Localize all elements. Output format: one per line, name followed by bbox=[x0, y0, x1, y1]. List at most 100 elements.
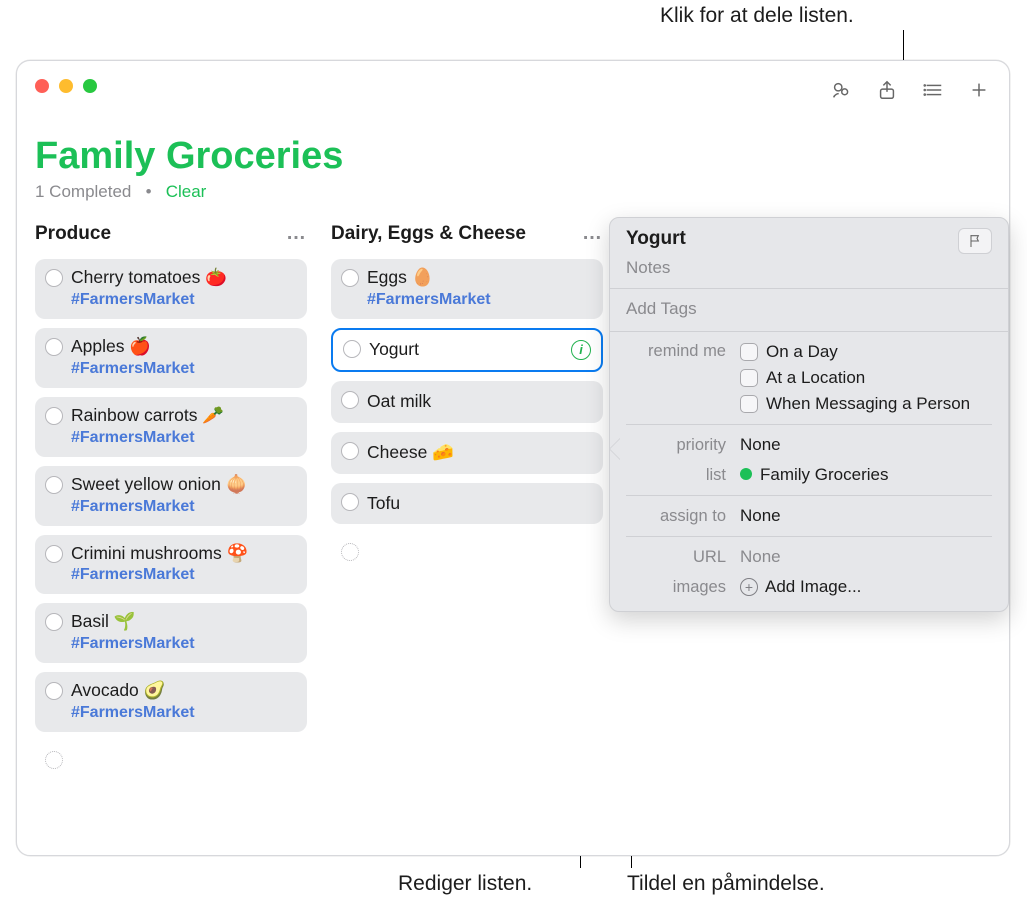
flag-button[interactable] bbox=[958, 228, 992, 254]
complete-toggle[interactable] bbox=[45, 613, 63, 631]
item-title: Cheese 🧀 bbox=[367, 442, 591, 464]
plus-circle-icon: + bbox=[740, 578, 758, 596]
item-title: Yogurt bbox=[369, 339, 589, 361]
item-title: Eggs 🥚 bbox=[367, 267, 591, 289]
item-title: Sweet yellow onion 🧅 bbox=[71, 474, 295, 496]
remind-option: On a Day bbox=[766, 342, 838, 362]
complete-toggle[interactable] bbox=[341, 442, 359, 460]
callout-edit-list: Rediger listen. bbox=[398, 872, 532, 896]
complete-toggle[interactable] bbox=[343, 340, 361, 358]
item-tag[interactable]: #FarmersMarket bbox=[71, 704, 295, 722]
complete-toggle[interactable] bbox=[341, 269, 359, 287]
list-item[interactable]: Rainbow carrots 🥕 #FarmersMarket bbox=[35, 397, 307, 457]
list-item[interactable]: Oat milk bbox=[331, 381, 603, 423]
priority-label: priority bbox=[626, 436, 726, 455]
separator bbox=[610, 331, 1008, 332]
separator bbox=[626, 424, 992, 425]
list-title: Family Groceries bbox=[35, 135, 991, 178]
complete-toggle[interactable] bbox=[341, 493, 359, 511]
section-header: Dairy, Eggs & Cheese bbox=[331, 223, 526, 245]
add-image-button[interactable]: + Add Image... bbox=[740, 577, 861, 597]
assign-to-value[interactable]: None bbox=[740, 506, 781, 526]
list-item[interactable]: Cheese 🧀 bbox=[331, 432, 603, 474]
traffic-lights bbox=[35, 79, 97, 93]
list-item[interactable]: Crimini mushrooms 🍄 #FarmersMarket bbox=[35, 535, 307, 595]
section-header: Produce bbox=[35, 223, 111, 245]
list-subtitle: 1 Completed • Clear bbox=[35, 182, 991, 202]
item-title: Tofu bbox=[367, 493, 591, 515]
item-title: Crimini mushrooms 🍄 bbox=[71, 543, 295, 565]
url-value[interactable]: None bbox=[740, 547, 781, 567]
section-more-button[interactable]: … bbox=[286, 222, 307, 245]
item-title: Basil 🌱 bbox=[71, 611, 295, 633]
subtitle-separator: • bbox=[136, 182, 161, 201]
complete-toggle[interactable] bbox=[45, 476, 63, 494]
item-tag[interactable]: #FarmersMarket bbox=[71, 360, 295, 378]
share-icon[interactable] bbox=[873, 76, 901, 104]
list-item[interactable]: Basil 🌱 #FarmersMarket bbox=[35, 603, 307, 663]
info-icon[interactable]: i bbox=[571, 340, 591, 360]
complete-toggle bbox=[45, 751, 63, 769]
url-label: URL bbox=[626, 548, 726, 567]
popover-title[interactable]: Yogurt bbox=[626, 228, 948, 250]
list-item[interactable]: Cherry tomatoes 🍅 #FarmersMarket bbox=[35, 259, 307, 319]
add-tags-field[interactable]: Add Tags bbox=[626, 299, 992, 321]
complete-toggle bbox=[341, 543, 359, 561]
list-color-dot bbox=[740, 468, 752, 480]
section-dairy: Dairy, Eggs & Cheese … Eggs 🥚 #FarmersMa… bbox=[331, 222, 603, 770]
view-options-icon[interactable] bbox=[919, 76, 947, 104]
complete-toggle[interactable] bbox=[45, 269, 63, 287]
item-tag[interactable]: #FarmersMarket bbox=[71, 429, 295, 447]
separator bbox=[626, 495, 992, 496]
completed-count: 1 Completed bbox=[35, 182, 131, 201]
list-label: list bbox=[626, 466, 726, 485]
section-more-button[interactable]: … bbox=[582, 222, 603, 245]
item-tag[interactable]: #FarmersMarket bbox=[71, 635, 295, 653]
list-item[interactable]: Eggs 🥚 #FarmersMarket bbox=[331, 259, 603, 319]
remind-at-location-checkbox[interactable] bbox=[740, 369, 758, 387]
item-tag[interactable]: #FarmersMarket bbox=[367, 291, 591, 309]
item-title: Rainbow carrots 🥕 bbox=[71, 405, 295, 427]
close-window-button[interactable] bbox=[35, 79, 49, 93]
collaborate-icon[interactable] bbox=[827, 76, 855, 104]
reminder-details-popover: Yogurt Notes Add Tags remind me On a Day… bbox=[609, 217, 1009, 612]
zoom-window-button[interactable] bbox=[83, 79, 97, 93]
item-title: Cherry tomatoes 🍅 bbox=[71, 267, 295, 289]
assign-to-label: assign to bbox=[626, 507, 726, 526]
callout-share: Klik for at dele listen. bbox=[660, 4, 854, 28]
remind-on-day-checkbox[interactable] bbox=[740, 343, 758, 361]
item-title: Avocado 🥑 bbox=[71, 680, 295, 702]
new-item-placeholder[interactable] bbox=[331, 533, 603, 553]
app-window: Family Groceries 1 Completed • Clear Pro… bbox=[16, 60, 1010, 856]
add-reminder-icon[interactable] bbox=[965, 76, 993, 104]
clear-completed-button[interactable]: Clear bbox=[166, 182, 207, 201]
notes-field[interactable]: Notes bbox=[626, 258, 992, 278]
remind-option: At a Location bbox=[766, 368, 865, 388]
list-item[interactable]: Sweet yellow onion 🧅 #FarmersMarket bbox=[35, 466, 307, 526]
list-item[interactable]: Apples 🍎 #FarmersMarket bbox=[35, 328, 307, 388]
minimize-window-button[interactable] bbox=[59, 79, 73, 93]
remind-when-messaging-checkbox[interactable] bbox=[740, 395, 758, 413]
complete-toggle[interactable] bbox=[45, 545, 63, 563]
section-produce: Produce … Cherry tomatoes 🍅 #FarmersMark… bbox=[35, 222, 307, 770]
complete-toggle[interactable] bbox=[45, 682, 63, 700]
item-tag[interactable]: #FarmersMarket bbox=[71, 566, 295, 584]
list-item[interactable]: Avocado 🥑 #FarmersMarket bbox=[35, 672, 307, 732]
remind-me-label: remind me bbox=[626, 342, 726, 361]
list-item-selected[interactable]: Yogurt i bbox=[331, 328, 603, 372]
complete-toggle[interactable] bbox=[45, 338, 63, 356]
item-tag[interactable]: #FarmersMarket bbox=[71, 291, 295, 309]
images-label: images bbox=[626, 578, 726, 597]
callout-assign: Tildel en påmindelse. bbox=[627, 872, 825, 896]
remind-option: When Messaging a Person bbox=[766, 394, 970, 414]
list-item[interactable]: Tofu bbox=[331, 483, 603, 525]
complete-toggle[interactable] bbox=[341, 391, 359, 409]
separator bbox=[610, 288, 1008, 289]
complete-toggle[interactable] bbox=[45, 407, 63, 425]
item-title: Oat milk bbox=[367, 391, 591, 413]
list-value[interactable]: Family Groceries bbox=[740, 465, 888, 485]
separator bbox=[626, 536, 992, 537]
priority-value[interactable]: None bbox=[740, 435, 781, 455]
new-item-placeholder[interactable] bbox=[35, 741, 307, 761]
item-tag[interactable]: #FarmersMarket bbox=[71, 498, 295, 516]
